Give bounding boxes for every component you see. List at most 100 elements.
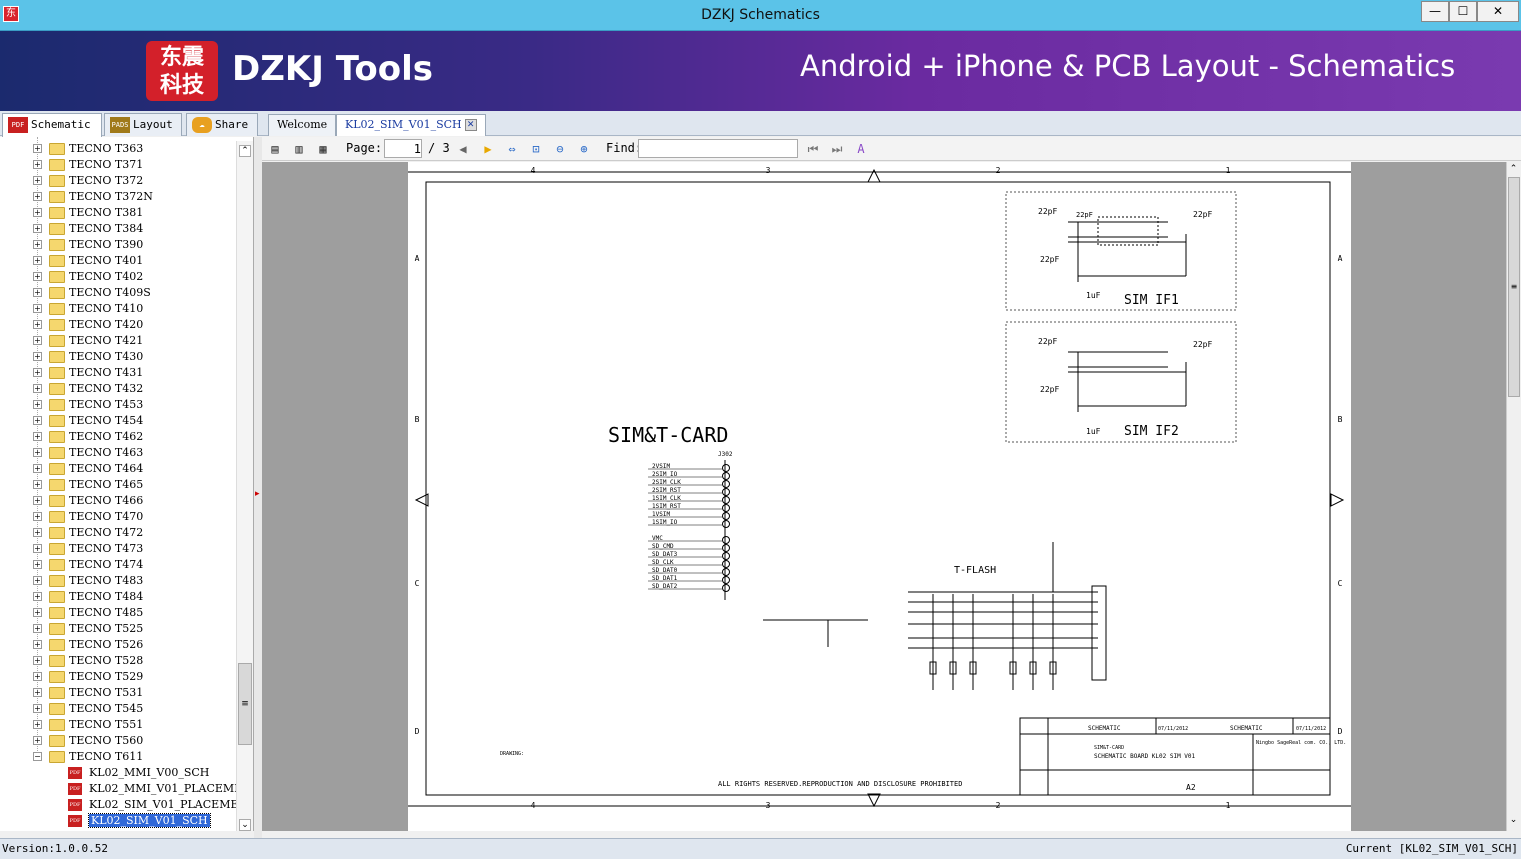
expand-icon[interactable]: + bbox=[33, 544, 42, 553]
close-tab-icon[interactable]: ✕ bbox=[464, 119, 477, 131]
expand-icon[interactable]: + bbox=[33, 432, 42, 441]
tb-title: SIM&T-CARD bbox=[1094, 745, 1124, 751]
expand-icon[interactable]: + bbox=[33, 704, 42, 713]
expand-icon[interactable]: + bbox=[33, 592, 42, 601]
folder-icon bbox=[49, 175, 65, 187]
tab-share[interactable]: ☁ Share bbox=[186, 113, 258, 136]
find-input[interactable] bbox=[638, 139, 798, 158]
fit-width-icon[interactable]: ⇔ bbox=[503, 140, 521, 158]
pads-icon: PADS bbox=[110, 117, 130, 133]
expand-icon[interactable]: + bbox=[33, 192, 42, 201]
open-file-icon[interactable]: ▤ bbox=[266, 140, 284, 158]
connector-pin bbox=[722, 544, 730, 552]
expand-icon[interactable]: + bbox=[33, 464, 42, 473]
expand-icon[interactable]: + bbox=[33, 288, 42, 297]
tree-folder-label: TECNO T474 bbox=[69, 558, 144, 571]
viewer-scroll-up-icon[interactable]: ⌃ bbox=[1507, 164, 1520, 177]
expand-icon[interactable]: + bbox=[33, 736, 42, 745]
logo-text-bottom: 科技 bbox=[159, 72, 204, 98]
viewer-scroll-down-icon[interactable]: ⌄ bbox=[1507, 815, 1520, 828]
expand-icon[interactable]: + bbox=[33, 368, 42, 377]
page-number-input[interactable] bbox=[384, 139, 422, 158]
expand-icon[interactable]: + bbox=[33, 304, 42, 313]
expand-icon[interactable]: + bbox=[33, 352, 42, 361]
expand-icon[interactable]: + bbox=[33, 608, 42, 617]
page-label: Page: bbox=[346, 141, 383, 155]
tree-folder-label: TECNO T409S bbox=[69, 286, 151, 299]
expand-icon[interactable]: + bbox=[33, 224, 42, 233]
folder-icon bbox=[49, 687, 65, 699]
expand-icon[interactable]: + bbox=[33, 688, 42, 697]
expand-icon[interactable]: + bbox=[33, 272, 42, 281]
viewer-scroll-thumb[interactable]: ≡ bbox=[1508, 177, 1520, 397]
tree-scroll-thumb[interactable]: ≡ bbox=[238, 663, 252, 745]
find-previous-icon[interactable]: ⏮ bbox=[804, 140, 822, 158]
expand-icon[interactable]: + bbox=[33, 656, 42, 665]
expand-icon[interactable]: + bbox=[33, 624, 42, 633]
collapse-arrow-icon[interactable]: ▸ bbox=[255, 489, 260, 499]
tree-folder-label: TECNO T611 bbox=[69, 750, 144, 763]
fit-page-icon[interactable]: ⊡ bbox=[527, 140, 545, 158]
expand-icon[interactable]: + bbox=[33, 320, 42, 329]
page-total: / 3 bbox=[428, 141, 450, 155]
find-label: Find: bbox=[606, 141, 643, 155]
folder-icon bbox=[49, 303, 65, 315]
tab-schematic[interactable]: PDF Schematic bbox=[2, 113, 102, 137]
find-next-icon[interactable]: ⏭ bbox=[828, 140, 846, 158]
scroll-up-icon[interactable]: ⌃ bbox=[239, 145, 251, 157]
doc-tab-welcome[interactable]: Welcome bbox=[268, 114, 337, 136]
copy-icon[interactable]: ▥ bbox=[290, 140, 308, 158]
tree-folder-label: TECNO T432 bbox=[69, 382, 144, 395]
scroll-down-icon[interactable]: ⌄ bbox=[239, 819, 251, 831]
expand-icon[interactable]: + bbox=[33, 176, 42, 185]
expand-icon[interactable]: + bbox=[33, 240, 42, 249]
connector-pin bbox=[722, 568, 730, 576]
tree-scrollbar[interactable]: ⌃ ≡ ⌄ bbox=[236, 141, 253, 831]
col-label: 2 bbox=[996, 166, 1001, 175]
connector-pin bbox=[722, 464, 730, 472]
sim-if1-label: SIM IF1 bbox=[1124, 293, 1179, 308]
expand-icon[interactable]: + bbox=[33, 448, 42, 457]
connector-pin bbox=[722, 488, 730, 496]
tree-folder-label: TECNO T464 bbox=[69, 462, 144, 475]
expand-icon[interactable]: + bbox=[33, 256, 42, 265]
maximize-button[interactable]: ☐ bbox=[1449, 1, 1477, 22]
folder-icon bbox=[49, 223, 65, 235]
expand-icon[interactable]: + bbox=[33, 400, 42, 409]
tb-company: Ningbo SageReal com. CO., LTD. bbox=[1256, 740, 1346, 746]
tab-layout[interactable]: PADS Layout bbox=[104, 113, 182, 136]
expand-icon[interactable]: + bbox=[33, 208, 42, 217]
folder-icon bbox=[49, 143, 65, 155]
expand-icon[interactable]: + bbox=[33, 160, 42, 169]
viewer-scrollbar[interactable]: ⌃ ≡ ⌄ bbox=[1506, 162, 1521, 831]
close-button[interactable]: ✕ bbox=[1477, 1, 1519, 22]
collapse-icon[interactable]: − bbox=[33, 752, 42, 761]
next-page-icon[interactable]: ▶ bbox=[479, 140, 497, 158]
expand-icon[interactable]: + bbox=[33, 560, 42, 569]
document-viewer[interactable]: 4 3 2 1 4 3 2 1 A B C D A B C D SIM&T-CARD 22pF 22pF… bbox=[262, 162, 1506, 831]
prev-page-icon[interactable]: ◀ bbox=[454, 140, 472, 158]
banner-tagline: Android + iPhone & PCB Layout - Schemati… bbox=[800, 49, 1456, 83]
folder-icon bbox=[49, 655, 65, 667]
expand-icon[interactable]: + bbox=[33, 672, 42, 681]
minimize-button[interactable]: — bbox=[1421, 1, 1449, 22]
row-label: A bbox=[415, 254, 420, 263]
panel-splitter[interactable]: ▸ bbox=[254, 137, 262, 838]
expand-icon[interactable]: + bbox=[33, 384, 42, 393]
expand-icon[interactable]: + bbox=[33, 480, 42, 489]
expand-icon[interactable]: + bbox=[33, 720, 42, 729]
zoom-out-icon[interactable]: ⊖ bbox=[551, 140, 569, 158]
expand-icon[interactable]: + bbox=[33, 640, 42, 649]
expand-icon[interactable]: + bbox=[33, 528, 42, 537]
zoom-in-icon[interactable]: ⊕ bbox=[575, 140, 593, 158]
expand-icon[interactable]: + bbox=[33, 144, 42, 153]
paste-icon[interactable]: ▦ bbox=[314, 140, 332, 158]
expand-icon[interactable]: + bbox=[33, 576, 42, 585]
expand-icon[interactable]: + bbox=[33, 336, 42, 345]
expand-icon[interactable]: + bbox=[33, 416, 42, 425]
tab-strip: PDF Schematic PADS Layout ☁ Share Welcome K… bbox=[0, 111, 1521, 137]
expand-icon[interactable]: + bbox=[33, 512, 42, 521]
highlight-icon[interactable]: A bbox=[852, 140, 870, 158]
expand-icon[interactable]: + bbox=[33, 496, 42, 505]
doc-tab-kl02-sim[interactable]: KL02_SIM_V01_SCH ✕ bbox=[336, 114, 486, 136]
